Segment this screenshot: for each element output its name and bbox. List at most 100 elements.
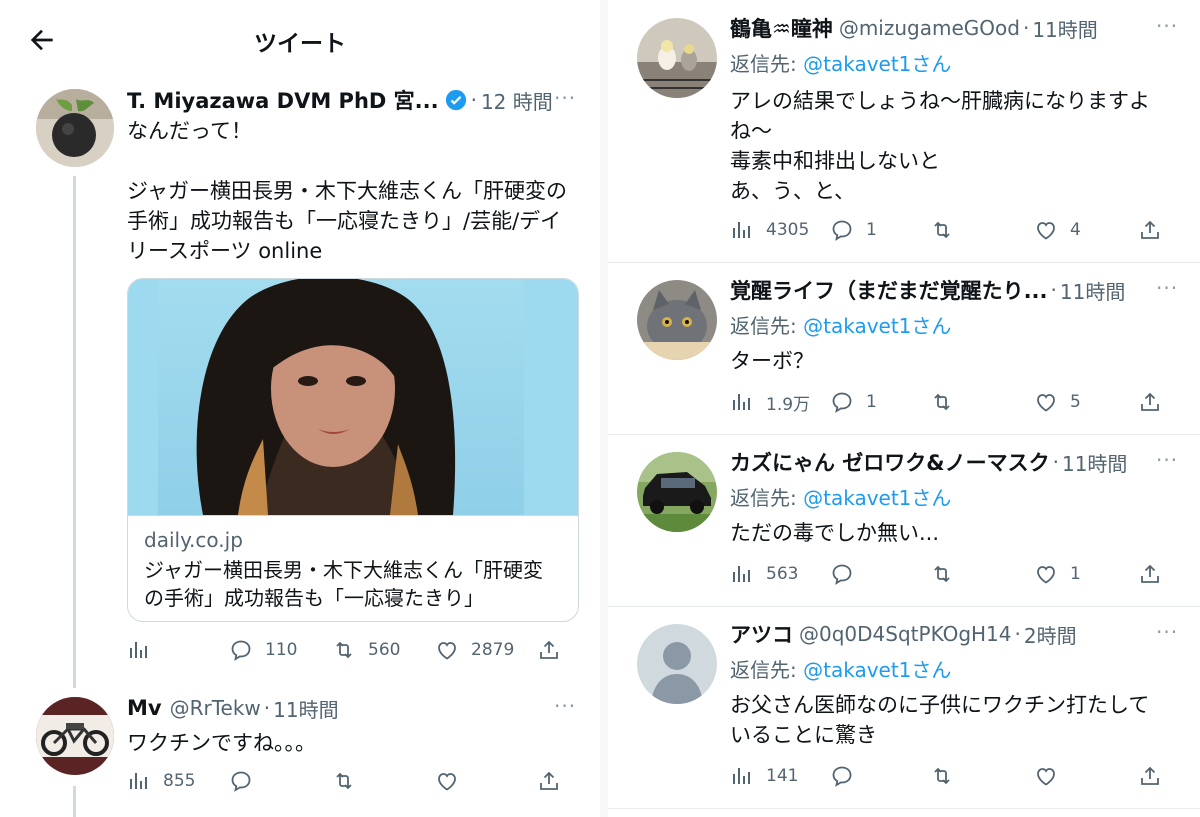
avatar[interactable]	[637, 280, 717, 360]
retweet-icon	[934, 767, 950, 785]
reply-text: ただの毒でしか無い...	[730, 521, 940, 545]
bar-chart-icon	[130, 642, 147, 658]
like-count: 1	[1070, 564, 1081, 584]
reply-text: ターボ？	[730, 349, 814, 373]
reply-time: 11時間	[1061, 451, 1128, 476]
author-handle[interactable]: @0q0D4SqtPKOgH14	[799, 622, 1012, 646]
reply-divider	[608, 606, 1200, 607]
author-name[interactable]: アツコ	[730, 619, 793, 649]
reply-author-row: 覚醒ライフ（まだまだ覚醒たり... · 11時間	[730, 276, 1160, 304]
like-button[interactable]: 2879	[435, 636, 514, 664]
reply-button[interactable]: 110	[229, 636, 297, 664]
retweet-button[interactable]	[930, 560, 954, 588]
share-icon	[1141, 564, 1159, 583]
like-button[interactable]	[435, 767, 459, 795]
heart-icon	[438, 642, 456, 660]
views-button[interactable]: 1.9万	[730, 388, 810, 416]
mention-link[interactable]: @takavet1さん	[803, 314, 951, 338]
reply-time: 11時間	[273, 697, 339, 722]
reply-text: アレの結果でしょうね〜肝臓病になりますよね〜 毒素中和排出しないと あ、う、と、	[730, 89, 1150, 203]
card-title: ジャガー横田長男・木下大維志くん「肝硬変の手術」成功報告も「一応寝たきり」	[144, 558, 543, 610]
retweet-button[interactable]: 560	[332, 636, 400, 664]
views-count: 141	[766, 766, 799, 786]
default-avatar[interactable]	[637, 624, 717, 704]
column-divider	[600, 0, 608, 817]
reply-button[interactable]	[830, 560, 854, 588]
share-button[interactable]	[537, 767, 561, 795]
like-button[interactable]: 5	[1034, 388, 1081, 416]
author-handle[interactable]: @RrTekw	[170, 696, 261, 720]
share-button[interactable]	[537, 636, 561, 664]
author-name[interactable]: T. Miyazawa DVM PhD 宮...	[127, 85, 439, 115]
like-button[interactable]: 1	[1034, 560, 1081, 588]
share-button[interactable]	[1138, 216, 1162, 244]
views-button[interactable]: 141	[730, 762, 798, 790]
bar-chart-icon	[733, 566, 750, 582]
reply-divider	[608, 262, 1200, 263]
mention-link[interactable]: @takavet1さん	[803, 658, 951, 682]
default-profile-icon	[637, 624, 717, 704]
reply-actions: 141	[730, 762, 1170, 790]
speech-bubble-icon	[832, 220, 852, 241]
retweet-button[interactable]	[930, 762, 954, 790]
speech-bubble-icon	[231, 771, 251, 792]
more-dots-icon[interactable]: ···	[554, 694, 576, 718]
avatar[interactable]	[637, 18, 717, 98]
avatar[interactable]	[637, 452, 717, 532]
like-button[interactable]: 4	[1034, 216, 1081, 244]
views-count: 855	[163, 771, 196, 791]
retweet-button[interactable]	[332, 767, 356, 795]
mention-link[interactable]: @takavet1さん	[803, 52, 951, 76]
share-button[interactable]	[1138, 388, 1162, 416]
retweet-icon	[934, 565, 950, 583]
card-image	[128, 279, 578, 515]
reply-button[interactable]	[830, 762, 854, 790]
reply-divider	[608, 808, 1200, 809]
heart-icon	[1037, 768, 1055, 786]
reply-divider	[608, 434, 1200, 435]
avatar[interactable]	[36, 89, 114, 167]
bar-chart-icon	[733, 394, 750, 410]
tweet-time: ·	[470, 88, 477, 112]
views-button[interactable]: 563	[730, 560, 798, 588]
author-handle[interactable]: @mizugameGOod	[839, 16, 1020, 40]
share-icon	[1141, 392, 1159, 411]
reply-button[interactable]: 1	[830, 216, 877, 244]
share-button[interactable]	[1138, 560, 1162, 588]
retweet-button[interactable]	[930, 388, 954, 416]
heart-icon	[438, 773, 456, 791]
reply-time: 2時間	[1023, 623, 1077, 648]
more-dots-icon[interactable]: ···	[1156, 276, 1178, 300]
like-button[interactable]	[1034, 762, 1058, 790]
tweet-time-value: 12 時間	[480, 89, 553, 114]
more-dots-icon[interactable]: ···	[1156, 14, 1178, 38]
retweet-button[interactable]	[930, 216, 954, 244]
reply-count: 110	[265, 640, 298, 660]
views-button[interactable]: 4305	[730, 216, 809, 244]
bar-chart-icon	[733, 768, 750, 784]
card-domain: daily.co.jp	[144, 528, 243, 552]
views-button[interactable]	[127, 636, 151, 664]
mention-link[interactable]: @takavet1さん	[803, 486, 951, 510]
views-count: 563	[766, 564, 799, 584]
reply-author-row: カズにゃん ゼロワク&ノーマスク · 11時間	[730, 448, 1160, 476]
views-button[interactable]: 855	[127, 767, 195, 795]
reply-actions: 4305 1 4	[730, 216, 1170, 244]
verified-badge-icon	[445, 89, 466, 111]
author-name[interactable]: Mv	[127, 696, 162, 720]
heart-icon	[1037, 566, 1055, 584]
link-card[interactable]: daily.co.jp ジャガー横田長男・木下大維志くん「肝硬変の手術」成功報告…	[127, 278, 579, 622]
reply-button[interactable]	[229, 767, 253, 795]
reply-button[interactable]: 1	[830, 388, 877, 416]
cat-image	[637, 280, 717, 360]
author-name[interactable]: カズにゃん ゼロワク&ノーマスク	[730, 447, 1050, 477]
avatar[interactable]	[36, 697, 114, 775]
author-name[interactable]: 鶴亀♒瞳神	[730, 13, 833, 43]
author-name[interactable]: 覚醒ライフ（まだまだ覚醒たり...	[730, 275, 1048, 305]
speech-bubble-icon	[832, 392, 852, 413]
more-dots-icon[interactable]: ···	[554, 86, 576, 110]
share-button[interactable]	[1138, 762, 1162, 790]
more-dots-icon[interactable]: ···	[1156, 448, 1178, 472]
more-dots-icon[interactable]: ···	[1156, 620, 1178, 644]
plant-pot-image	[36, 89, 114, 167]
